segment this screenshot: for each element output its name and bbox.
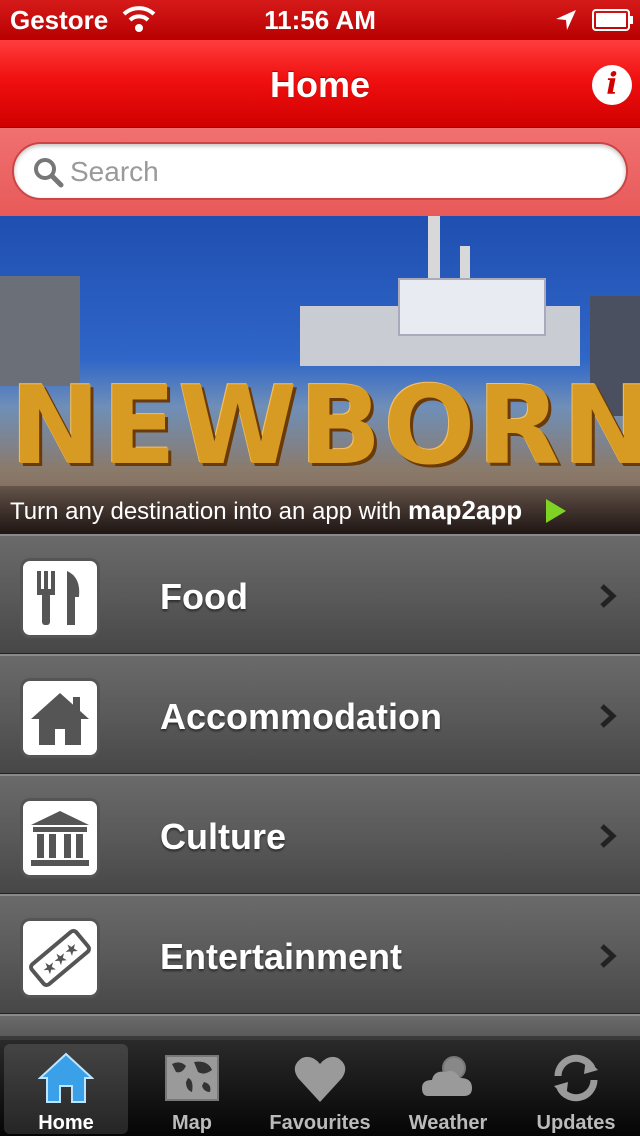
tab-map[interactable]: Map: [130, 1044, 254, 1134]
chevron-right-icon: [600, 944, 617, 968]
menu-item-label: Accommodation: [160, 696, 443, 737]
tab-weather[interactable]: Weather: [386, 1044, 510, 1134]
world-map-icon: [165, 1055, 219, 1101]
menu-item-label: Culture: [160, 816, 286, 857]
search-input[interactable]: [70, 154, 610, 190]
refresh-icon: [554, 1054, 598, 1102]
brand-logo: map2app: [408, 495, 523, 525]
tab-label: Favourites: [269, 1112, 371, 1134]
home-icon: [38, 1052, 94, 1103]
museum-icon: [20, 798, 100, 878]
tab-label: Updates: [536, 1112, 616, 1134]
menu-item-food[interactable]: Food: [0, 534, 640, 654]
tab-favourites[interactable]: Favourites: [258, 1044, 382, 1134]
navigation-bar: Home i: [0, 40, 640, 128]
menu-item-entertainment[interactable]: ★★★ Entertainment: [0, 894, 640, 1014]
ticket-icon: ★★★: [20, 918, 100, 998]
location-arrow-icon: [556, 10, 576, 30]
clock: 11:56 AM: [264, 5, 376, 35]
tagline: Turn any destination into an app with ma…: [10, 495, 522, 526]
menu-item-accommodation[interactable]: Accommodation: [0, 654, 640, 774]
play-arrow-icon: [546, 499, 566, 523]
chevron-right-icon: [600, 824, 617, 848]
search-bar: [0, 128, 640, 216]
chevron-right-icon: [600, 704, 617, 728]
menu-item-partial: [0, 1014, 640, 1036]
search-field[interactable]: [12, 142, 628, 200]
tab-label: Map: [172, 1112, 212, 1134]
tab-label: Weather: [408, 1112, 488, 1134]
house-icon: [20, 678, 100, 758]
info-button[interactable]: i: [592, 65, 632, 105]
tower: [428, 216, 440, 286]
fork-knife-icon: [20, 558, 100, 638]
newborn-sign: NEWBORN: [10, 364, 640, 489]
menu-item-label: Entertainment: [160, 936, 403, 977]
tab-label: Home: [38, 1112, 94, 1134]
chevron-right-icon: [600, 584, 617, 608]
category-list: Food Accommodation Culture ★★★ Entertain…: [0, 534, 640, 1036]
tab-updates[interactable]: Updates: [514, 1044, 638, 1134]
battery-icon: [592, 9, 633, 31]
tab-home[interactable]: Home: [4, 1044, 128, 1134]
page-title: Home: [269, 64, 371, 105]
promo-banner[interactable]: NEWBORN Turn any destination into an app…: [0, 216, 640, 534]
menu-item-culture[interactable]: Culture: [0, 774, 640, 894]
menu-item-label: Food: [160, 576, 248, 617]
billboard: [398, 278, 546, 336]
weather-icon: [422, 1056, 472, 1096]
search-icon: [34, 158, 64, 188]
heart-icon: [294, 1056, 346, 1102]
tagline-text: Turn any destination into an app with: [10, 498, 409, 525]
tab-bar: Home Map Favourites Weather Updates: [0, 1040, 640, 1136]
status-bar: Gestore 11:56 AM: [0, 0, 640, 40]
